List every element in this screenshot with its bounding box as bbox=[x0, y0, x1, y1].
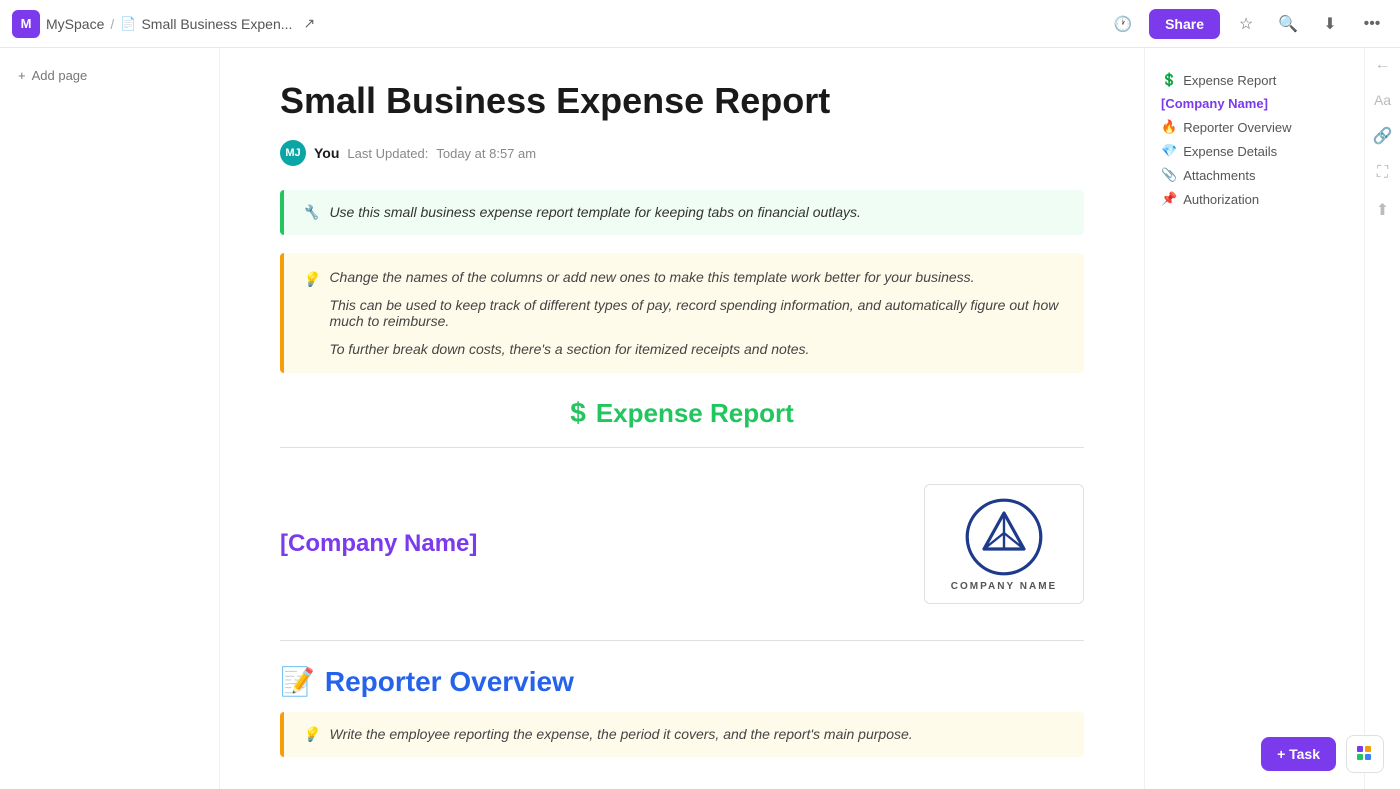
font-size-icon[interactable]: Aa bbox=[1374, 92, 1391, 108]
topbar: M MySpace / 📄 Small Business Expen... ↗ … bbox=[0, 0, 1400, 48]
grid-view-button[interactable] bbox=[1346, 735, 1384, 773]
divider-2 bbox=[280, 640, 1084, 641]
breadcrumb-page: 📄 Small Business Expen... ↗ bbox=[120, 12, 321, 36]
toc-details-icon: 💎 bbox=[1161, 143, 1177, 159]
toc-authorization-icon: 📌 bbox=[1161, 191, 1177, 207]
search-icon[interactable]: 🔍 bbox=[1272, 8, 1304, 40]
toc-expense-icon: 💲 bbox=[1161, 72, 1177, 88]
document-title: Small Business Expense Report bbox=[280, 80, 1084, 122]
company-name-text: [Company Name] bbox=[280, 530, 477, 558]
share-button[interactable]: Share bbox=[1149, 9, 1220, 39]
yellow-para-3: To further break down costs, there's a s… bbox=[329, 341, 1066, 357]
add-page-button[interactable]: + Add page bbox=[12, 64, 207, 87]
link-icon[interactable]: 🔗 bbox=[1373, 126, 1393, 146]
green-info-icon: 🔧 bbox=[302, 204, 319, 221]
yellow-para-1: Change the names of the columns or add n… bbox=[329, 269, 1066, 285]
company-logo-box: COMPANY NAME bbox=[924, 484, 1084, 604]
toc-expense-details[interactable]: 💎 Expense Details bbox=[1161, 139, 1348, 163]
bottom-bar: + Task bbox=[1261, 735, 1384, 773]
toc-expense-report[interactable]: 💲 Expense Report bbox=[1161, 68, 1348, 92]
expense-icon: $ bbox=[570, 397, 586, 429]
company-row: [Company Name] COMPANY NAME bbox=[280, 464, 1084, 624]
grid-icon bbox=[1356, 745, 1374, 763]
table-of-contents: 💲 Expense Report [Company Name] 🔥 Report… bbox=[1144, 48, 1364, 789]
add-page-label: Add page bbox=[32, 68, 88, 83]
toc-reporter-icon: 🔥 bbox=[1161, 119, 1177, 135]
toc-reporter-overview[interactable]: 🔥 Reporter Overview bbox=[1161, 115, 1348, 139]
star-icon[interactable]: ☆ bbox=[1230, 8, 1262, 40]
author-name: You bbox=[314, 145, 339, 161]
more-icon[interactable]: ••• bbox=[1356, 8, 1388, 40]
toc-attachments-icon: 📎 bbox=[1161, 167, 1177, 183]
page-title-breadcrumb[interactable]: Small Business Expen... bbox=[141, 16, 292, 32]
company-logo-svg bbox=[964, 497, 1044, 577]
toc-company-name[interactable]: [Company Name] bbox=[1161, 92, 1348, 115]
toc-attachments[interactable]: 📎 Attachments bbox=[1161, 163, 1348, 187]
main-layout: + Add page Small Business Expense Report… bbox=[0, 48, 1400, 789]
yellow-info-icon: 💡 bbox=[302, 271, 319, 357]
logo-label: COMPANY NAME bbox=[951, 581, 1057, 592]
reporter-icon: 📝 bbox=[280, 665, 315, 698]
topbar-left: M MySpace / 📄 Small Business Expen... ↗ bbox=[12, 10, 321, 38]
toc-authorization[interactable]: 📌 Authorization bbox=[1161, 187, 1348, 211]
reporter-hint-icon: 💡 bbox=[302, 726, 319, 743]
history-icon[interactable]: 🕐 bbox=[1107, 8, 1139, 40]
toc-attachments-label: Attachments bbox=[1183, 168, 1255, 183]
yellow-info-text: Change the names of the columns or add n… bbox=[329, 269, 1066, 357]
app-logo[interactable]: M bbox=[12, 10, 40, 38]
last-updated-label: Last Updated: bbox=[347, 146, 428, 161]
expense-heading-text: Expense Report bbox=[596, 398, 794, 429]
breadcrumb: MySpace / 📄 Small Business Expen... ↗ bbox=[46, 12, 321, 36]
share-page-icon[interactable]: ↗ bbox=[297, 12, 321, 36]
expense-report-heading: $ Expense Report bbox=[280, 397, 1084, 429]
right-tools: ← Aa 🔗 ⛶ ⬆ bbox=[1364, 48, 1400, 789]
toc-company-label: [Company Name] bbox=[1161, 96, 1268, 111]
avatar: MJ bbox=[280, 140, 306, 166]
topbar-right: 🕐 Share ☆ 🔍 ⬇ ••• bbox=[1107, 8, 1388, 40]
plus-icon: + bbox=[18, 68, 26, 83]
last-updated-value: Today at 8:57 am bbox=[436, 146, 536, 161]
reporter-hint-text: Write the employee reporting the expense… bbox=[329, 726, 912, 743]
expand-icon[interactable]: ⛶ bbox=[1377, 164, 1388, 182]
reporter-heading: 📝 Reporter Overview bbox=[280, 665, 1084, 698]
upload-icon[interactable]: ⬆ bbox=[1376, 200, 1389, 220]
toc-expense-label: Expense Report bbox=[1183, 73, 1276, 88]
task-button[interactable]: + Task bbox=[1261, 737, 1336, 771]
doc-meta: MJ You Last Updated: Today at 8:57 am bbox=[280, 140, 1084, 166]
yellow-info-box: 💡 Change the names of the columns or add… bbox=[280, 253, 1084, 373]
toc-details-label: Expense Details bbox=[1183, 144, 1277, 159]
content-area: Small Business Expense Report MJ You Las… bbox=[220, 48, 1144, 789]
toc-authorization-label: Authorization bbox=[1183, 192, 1259, 207]
reporter-hint-box: 💡 Write the employee reporting the expen… bbox=[280, 712, 1084, 757]
yellow-para-2: This can be used to keep track of differ… bbox=[329, 297, 1066, 329]
collapse-icon[interactable]: ← bbox=[1375, 56, 1391, 74]
green-info-text: Use this small business expense report t… bbox=[329, 204, 861, 220]
toc-reporter-label: Reporter Overview bbox=[1183, 120, 1291, 135]
green-info-box: 🔧 Use this small business expense report… bbox=[280, 190, 1084, 235]
download-icon[interactable]: ⬇ bbox=[1314, 8, 1346, 40]
breadcrumb-separator: / bbox=[110, 16, 114, 32]
reporter-heading-text: Reporter Overview bbox=[325, 666, 574, 698]
breadcrumb-home[interactable]: MySpace bbox=[46, 16, 104, 32]
left-sidebar: + Add page bbox=[0, 48, 220, 789]
page-icon: 📄 bbox=[120, 16, 136, 32]
divider-1 bbox=[280, 447, 1084, 448]
